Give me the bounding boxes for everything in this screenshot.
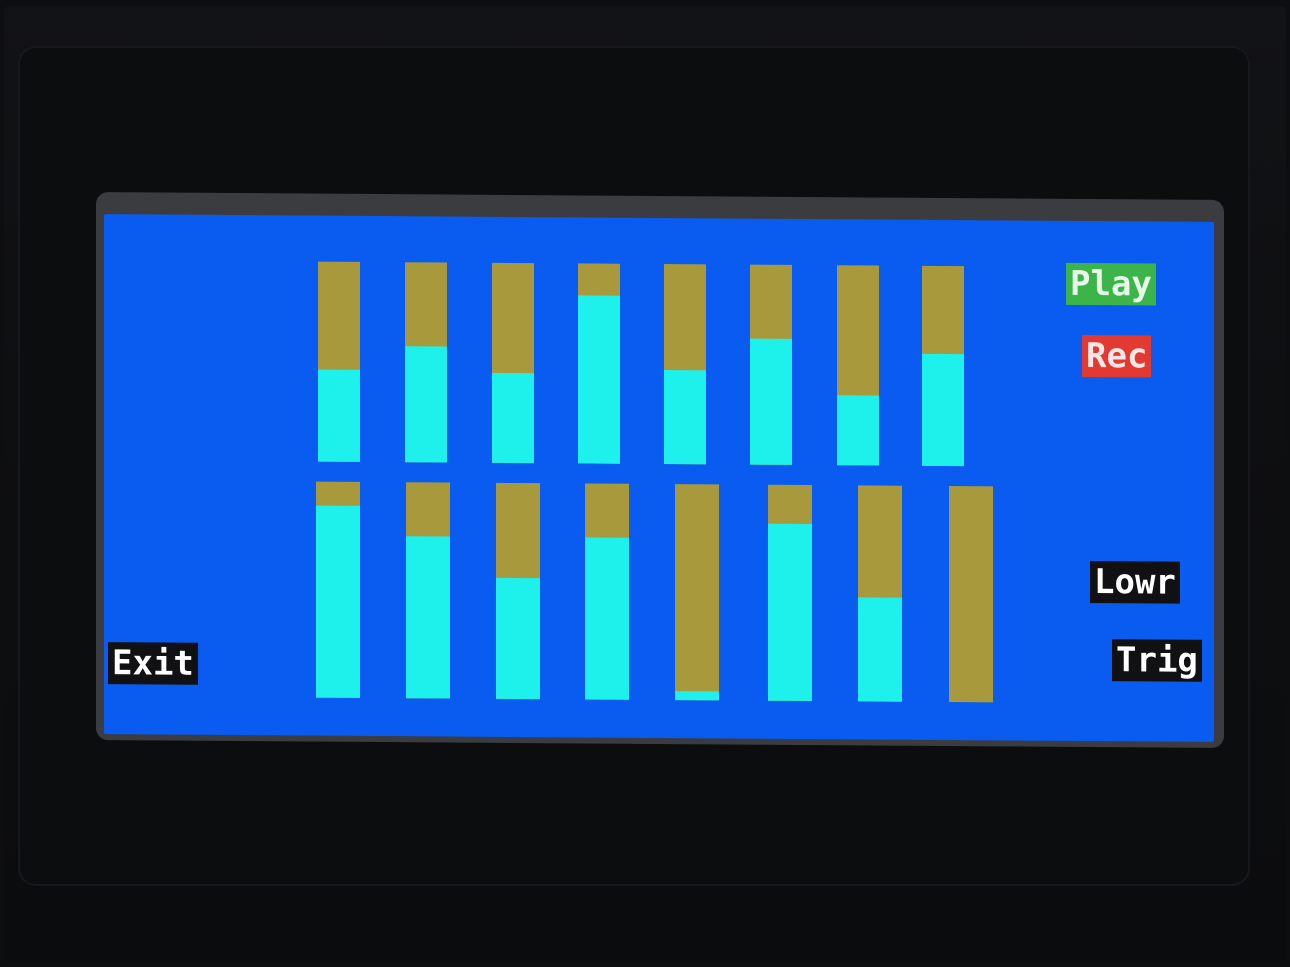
slider-top-6-fill [750,338,792,465]
slider-top-8[interactable] [922,265,964,467]
slider-top-5-fill [664,370,706,465]
slider-bottom-2[interactable] [406,482,450,699]
lowr-button[interactable]: Lowr [1090,561,1180,604]
slider-top-7-fill [837,395,879,466]
rec-button[interactable]: Rec [1082,334,1152,378]
slider-bottom-6-fill [768,523,812,702]
slider-bottom-3-fill [496,577,540,700]
slider-bottom-4-fill [585,537,629,700]
slider-top-7[interactable] [837,265,879,466]
slider-bottom-7-fill [858,597,902,702]
slider-bottom-3[interactable] [496,482,540,700]
slider-bottom-4[interactable] [585,483,629,700]
slider-top-6[interactable] [750,264,792,465]
screen-frame: Play Rec Lowr Trig Exit [96,192,1224,748]
slider-top-3[interactable] [492,262,534,464]
slider-top-2-fill [405,346,447,463]
slider-top-3-fill [492,372,534,464]
exit-button[interactable]: Exit [108,642,198,685]
slider-bottom-7[interactable] [858,485,902,702]
photo-background: Play Rec Lowr Trig Exit [0,0,1290,967]
slider-top-2[interactable] [405,262,447,463]
slider-top-8-fill [922,353,964,467]
slider-bottom-8[interactable] [949,486,993,703]
slider-bottom-1-fill [316,505,360,698]
slider-top-4-fill [578,295,620,464]
slider-top-1[interactable] [318,261,360,462]
slider-bottom-5[interactable] [675,484,719,701]
slider-bottom-6[interactable] [768,484,812,702]
slider-bottom-2-fill [406,536,450,699]
slider-top-5[interactable] [664,264,706,465]
slider-bottom-1[interactable] [316,481,360,698]
slider-top-4[interactable] [578,263,620,464]
slider-top-1-fill [318,369,360,462]
trig-button[interactable]: Trig [1112,639,1202,682]
slider-bottom-5-fill [675,691,719,701]
play-button[interactable]: Play [1066,262,1156,306]
lcd-screen: Play Rec Lowr Trig Exit [104,214,1214,742]
